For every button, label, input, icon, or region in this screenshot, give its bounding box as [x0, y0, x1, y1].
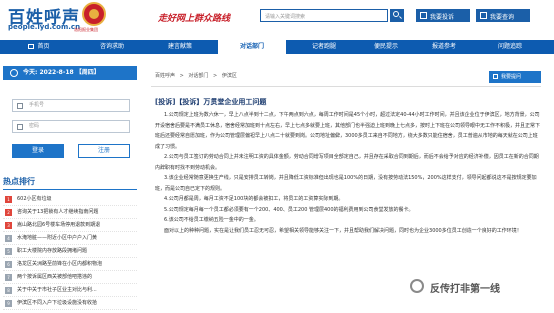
- query-button-label: 我要查询: [490, 14, 515, 21]
- hot-ranking-title: 热点排行: [3, 177, 35, 186]
- rank-badge: 2: [5, 209, 12, 216]
- hot-ranking-list: 1 602小区有垃圾 2 咨询关于13把锁有人才继续指南问题 3 嵩山路北园6号楼车场…: [3, 193, 137, 310]
- search-doc-icon: [480, 12, 487, 19]
- breadcrumb: 百姓呼声 > 对话部门 > 伊滨区: [155, 72, 240, 79]
- breadcrumb-sep: >: [179, 73, 184, 79]
- lock-icon: [17, 124, 23, 130]
- ask-question-label: 我要提问: [501, 74, 522, 80]
- article-body: 1.公司规定上班为数六休一，早上八点半到十二点，下午两点到六点，每周工作时间是4…: [155, 110, 541, 236]
- nav-item-suggest[interactable]: 建言献策: [150, 40, 210, 54]
- list-item[interactable]: 8 关于中关于市社子区业主对比与利...: [3, 284, 137, 297]
- breadcrumb-sep: >: [213, 73, 218, 79]
- hot-divider: [3, 189, 137, 190]
- list-item-text: 伊滨区不同入户下垃圾设施没有收拾: [17, 300, 98, 306]
- article-paragraph: 面对以上的种种问题，实在是让我们员工忍无可忍，希望相关领导能够关注一下，并且帮助…: [164, 227, 522, 234]
- nav-item-consult[interactable]: 咨询求助: [82, 40, 142, 54]
- list-item[interactable]: 6 洛龙区关洲路至前锋在小区内都积物泡: [3, 258, 137, 271]
- phone-field[interactable]: 手机号: [12, 99, 130, 112]
- search-button[interactable]: [390, 9, 404, 22]
- password-placeholder: 密码: [29, 123, 40, 129]
- list-item[interactable]: 1 602小区有垃圾: [3, 193, 137, 206]
- list-item[interactable]: 2 咨询关于13把锁有人才继续指南问题: [3, 206, 137, 219]
- site-header: 百姓呼声 people.lyd.com.cn 洛阳报业集团 走好网上群众路线 请…: [0, 0, 554, 38]
- rank-badge: 5: [5, 248, 12, 255]
- nav-item-home[interactable]: 首页: [14, 40, 64, 54]
- list-item-text: 洛龙区关洲路至前锋在小区内都积物泡: [17, 261, 103, 267]
- article-paragraph: 3.该企业经常随意更换生产线，只是安排员工转岗，并且降低工资标准但出现也是100…: [155, 175, 537, 192]
- home-icon: [28, 44, 35, 49]
- list-item[interactable]: 5 职工大楼院内存放路段拥堵问题: [3, 245, 137, 258]
- date-text: 今天: 2022-8-18 【周四】: [23, 69, 100, 76]
- list-item-text: 咨询关于13把锁有人才继续指南问题: [17, 209, 99, 215]
- list-item-text: 602小区有垃圾: [17, 196, 52, 202]
- list-item[interactable]: 7 两个按诉属区西关被部他吧搭违的: [3, 271, 137, 284]
- nav-item-reporter[interactable]: 记者跑腿: [294, 40, 354, 54]
- nav-label: 首页: [37, 43, 50, 50]
- article-paragraph: 6.该公司不给员工缴纳五险一金中的一金。: [164, 217, 259, 223]
- header-slogan: 走好网上群众路线: [158, 14, 231, 24]
- list-item-text: 水淹地脏——附近小区中户户入门黄: [17, 235, 98, 241]
- search-input[interactable]: 请输入关键词搜索: [260, 9, 388, 22]
- nav-item-dialogue[interactable]: 对话部门: [218, 40, 286, 54]
- edit-icon: [493, 74, 498, 79]
- password-field[interactable]: 密码: [12, 120, 130, 133]
- list-item-text: 两个按诉属区西关被部他吧搭违的: [17, 274, 93, 280]
- breadcrumb-section[interactable]: 对话部门: [188, 73, 208, 79]
- query-button[interactable]: 我要查询: [476, 9, 530, 22]
- ask-question-button[interactable]: 我要提问: [489, 71, 541, 83]
- list-item-text: 关于中关于市社子区业主对比与利...: [17, 287, 97, 293]
- list-item[interactable]: 4 水淹地脏——附近小区中户户入门黄: [3, 232, 137, 245]
- article-title: [投诉]【投诉】万贯堂企业用工问题: [155, 98, 267, 106]
- breadcrumb-current[interactable]: 伊滨区: [222, 73, 237, 79]
- list-item-text: 嵩山路北园6号楼车场停用退款到期退: [17, 222, 101, 228]
- article-paragraph: 2.公司与员工签订的劳动合同上并未注明工资的具体金额，劳动合同增写项目全部定自己…: [155, 154, 539, 171]
- rank-badge: 3: [5, 222, 12, 229]
- rank-badge: 6: [5, 261, 12, 268]
- emblem-icon: [82, 2, 106, 26]
- article-panel: 百姓呼声 > 对话部门 > 伊滨区 我要提问 [投诉]【投诉】万贯堂企业用工问题…: [147, 66, 545, 313]
- phone-placeholder: 手机号: [29, 102, 45, 108]
- date-bar: 今天: 2022-8-18 【周四】: [3, 66, 137, 80]
- watermark-text: 反传打非第一线: [430, 284, 500, 295]
- login-button[interactable]: 登录: [12, 144, 64, 158]
- rank-badge: 4: [5, 235, 12, 242]
- rank-badge: 9: [5, 300, 12, 307]
- article-paragraph: 1.公司规定上班为数六休一，早上八点半到十二点，下午两点到六点，每周工作时间是4…: [155, 112, 541, 150]
- breadcrumb-home[interactable]: 百姓呼声: [155, 73, 175, 79]
- rank-badge: 8: [5, 287, 12, 294]
- emblem-caption: 洛阳报业集团: [74, 27, 98, 32]
- list-item[interactable]: 9 伊滨区不同入户下垃圾设施没有收拾: [3, 297, 137, 310]
- nav-item-tips[interactable]: 便民提示: [356, 40, 416, 54]
- wechat-icon: [410, 279, 424, 293]
- article-paragraph: 5.公司规定每月每一个员工都必须要有一个200、400、员工200 管理层400…: [164, 206, 414, 213]
- list-item[interactable]: 3 嵩山路北园6号楼车场停用退款到期退: [3, 219, 137, 232]
- watermark: 反传打非第一线: [410, 277, 550, 299]
- divider: [151, 86, 541, 87]
- rank-badge: 1: [5, 196, 12, 203]
- list-item-text: 职工大楼院内存放路段拥堵问题: [17, 248, 88, 254]
- report-button-label: 我要投诉: [430, 14, 455, 21]
- clock-icon: [10, 69, 18, 77]
- report-button[interactable]: 我要投诉: [416, 9, 470, 22]
- nav-item-tracking[interactable]: 问题追踪: [480, 40, 540, 54]
- register-button[interactable]: 注册: [78, 144, 130, 158]
- rank-badge: 7: [5, 274, 12, 281]
- site-logo-url: people.lyd.com.cn: [8, 23, 81, 31]
- main-nav: 首页 咨询求助 建言献策 对话部门 记者跑腿 便民提示 报道参考 问题追踪: [0, 40, 554, 54]
- nav-item-reference[interactable]: 报道参考: [416, 40, 472, 54]
- edit-icon: [420, 12, 427, 19]
- article-paragraph: 4.公司月都是周，每月工资不足100块的都会被扣工，将员工的工资算实际到期。: [164, 196, 344, 202]
- user-icon: [17, 103, 23, 109]
